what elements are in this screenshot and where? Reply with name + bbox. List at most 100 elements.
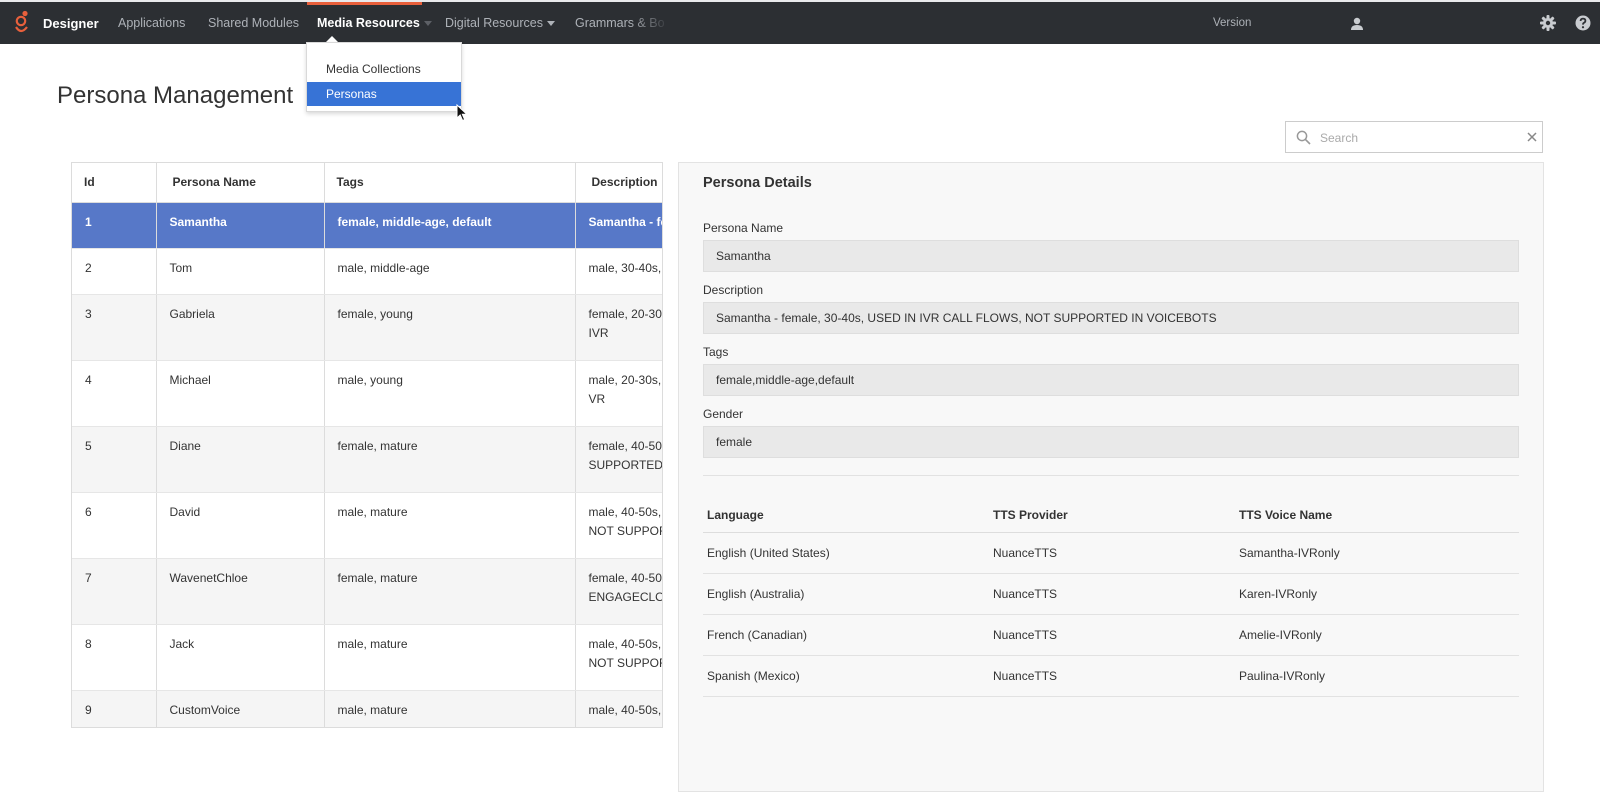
cell-tts-voice-name: Karen-IVRonly: [1235, 573, 1519, 615]
active-nav-indicator: [307, 2, 422, 5]
nav-digital-resources[interactable]: Digital Resources: [445, 16, 555, 30]
column-header-description[interactable]: Description: [575, 163, 662, 203]
cell-id: 9: [72, 690, 157, 727]
personas-table-container[interactable]: Id Persona Name Tags Description 1 Saman…: [71, 162, 663, 728]
nav-media-resources[interactable]: Media Resources: [317, 16, 432, 30]
chevron-down-icon: [546, 21, 555, 27]
cell-id: 2: [72, 248, 157, 295]
app-brand[interactable]: Designer: [43, 16, 99, 31]
cell-tags: female, mature: [324, 558, 576, 625]
nav-digital-resources-label: Digital Resources: [445, 16, 543, 30]
table-header-row: Id Persona Name Tags Description: [72, 163, 662, 203]
details-title: Persona Details: [703, 175, 812, 191]
voices-table: Language TTS Provider TTS Voice Name Eng…: [703, 498, 1519, 697]
cell-tts-provider: NuanceTTS: [989, 573, 1235, 615]
cell-tags: male, young: [324, 360, 576, 427]
section-divider: [703, 475, 1519, 476]
column-header-id[interactable]: Id: [72, 163, 157, 203]
cell-tts-provider: NuanceTTS: [989, 532, 1235, 574]
nav-shared-modules[interactable]: Shared Modules: [208, 16, 299, 30]
cell-persona-name: Samantha: [156, 202, 325, 249]
media-resources-dropdown: Media Collections Personas: [306, 42, 462, 112]
cell-id: 4: [72, 360, 157, 427]
table-row[interactable]: 6 David male, mature male, 40-50s, ENGAG…: [72, 492, 662, 559]
nav-overflow-fade: [630, 2, 670, 44]
cell-persona-name: WavenetChloe: [156, 558, 325, 625]
cell-language: English (United States): [703, 532, 989, 574]
cell-id: 8: [72, 624, 157, 691]
column-header-tts-voice-name: TTS Voice Name: [1235, 498, 1519, 533]
nav-applications[interactable]: Applications: [118, 16, 185, 30]
description-field[interactable]: Samantha - female, 30-40s, USED IN IVR C…: [703, 302, 1519, 334]
cell-persona-name: Jack: [156, 624, 325, 691]
cell-persona-name: Tom: [156, 248, 325, 295]
table-row[interactable]: 7 WavenetChloe female, mature female, 40…: [72, 558, 662, 625]
cell-tags: female, middle-age, default: [324, 202, 576, 249]
cell-persona-name: David: [156, 492, 325, 559]
cell-description: female, 40-50s ENGAGEPREM ENGAGECLOU: [575, 558, 662, 625]
table-row[interactable]: 4 Michael male, young male, 20-30s, ENGA…: [72, 360, 662, 427]
cell-tags: male, mature: [324, 624, 576, 691]
cell-tts-voice-name: Amelie-IVRonly: [1235, 614, 1519, 656]
table-row[interactable]: 9 CustomVoice male, mature male, 40-50s,: [72, 690, 662, 727]
cell-persona-name: Michael: [156, 360, 325, 427]
cell-persona-name: Gabriela: [156, 294, 325, 361]
cell-persona-name: Diane: [156, 426, 325, 493]
persona-name-field[interactable]: Samantha: [703, 240, 1519, 272]
cell-id: 3: [72, 294, 157, 361]
voice-row: French (Canadian) NuanceTTS Amelie-IVRon…: [703, 614, 1519, 656]
search-box: [1285, 121, 1543, 153]
persona-details-panel: Persona Details Persona Name Samantha De…: [678, 162, 1544, 792]
tags-label: Tags: [703, 345, 729, 359]
table-row[interactable]: 2 Tom male, middle-age male, 30-40s, FLO…: [72, 248, 662, 295]
help-icon[interactable]: [1574, 14, 1592, 32]
nav-media-resources-label: Media Resources: [317, 16, 420, 30]
table-row[interactable]: 5 Diane female, mature female, 40-50s an…: [72, 426, 662, 493]
cell-id: 1: [72, 202, 157, 249]
gender-label: Gender: [703, 407, 744, 421]
cell-description: male, 20-30s, ENGAGEPREM IVR: [575, 360, 662, 427]
cell-description: female, 20-30s ENGAGEPREM IVR: [575, 294, 662, 361]
column-header-tts-provider: TTS Provider: [989, 498, 1235, 533]
column-header-persona-name[interactable]: Persona Name: [156, 163, 325, 203]
voices-header-row: Language TTS Provider TTS Voice Name: [703, 498, 1519, 533]
gender-field[interactable]: female: [703, 426, 1519, 458]
cell-description: male, 40-50s, ENGAGECLOU NOT SUPPOR: [575, 492, 662, 559]
voice-row: Spanish (Mexico) NuanceTTS Paulina-IVRon…: [703, 655, 1519, 697]
cell-language: French (Canadian): [703, 614, 989, 656]
cell-persona-name: CustomVoice: [156, 690, 325, 727]
tags-field[interactable]: female,middle-age,default: [703, 364, 1519, 396]
cell-tags: male, middle-age: [324, 248, 576, 295]
table-row-selected[interactable]: 1 Samantha female, middle-age, default S…: [72, 202, 662, 249]
personas-table: Id Persona Name Tags Description 1 Saman…: [72, 163, 662, 727]
cell-language: English (Australia): [703, 573, 989, 615]
column-header-language: Language: [703, 498, 989, 533]
cell-description: male, 40-50s, ENGAGECLOU NOT SUPPOR: [575, 624, 662, 691]
table-row[interactable]: 3 Gabriela female, young female, 20-30s …: [72, 294, 662, 361]
table-row[interactable]: 8 Jack male, mature male, 40-50s, ENGAGE…: [72, 624, 662, 691]
close-icon[interactable]: [1527, 132, 1537, 142]
cell-tags: male, mature: [324, 492, 576, 559]
column-header-tags[interactable]: Tags: [324, 163, 576, 203]
description-label: Description: [703, 283, 764, 297]
voice-row: English (United States) NuanceTTS Samant…: [703, 532, 1519, 574]
cell-tags: female, mature: [324, 426, 576, 493]
cell-tts-provider: NuanceTTS: [989, 655, 1235, 697]
cell-tags: female, young: [324, 294, 576, 361]
cell-description: male, 40-50s,: [575, 690, 662, 727]
cell-id: 6: [72, 492, 157, 559]
user-icon[interactable]: [1348, 15, 1366, 33]
gear-icon[interactable]: [1539, 14, 1557, 32]
genesys-logo-icon: [15, 10, 28, 33]
search-input[interactable]: [1318, 128, 1512, 148]
persona-name-label: Persona Name: [703, 221, 784, 235]
voice-row: English (Australia) NuanceTTS Karen-IVRo…: [703, 573, 1519, 615]
cell-description: male, 30-40s, FLOWS, NOT S: [575, 248, 662, 295]
cell-id: 5: [72, 426, 157, 493]
cell-description: Samantha - fe IVR CALL FLO: [575, 202, 662, 249]
menu-item-personas[interactable]: Personas: [307, 82, 461, 106]
cell-tags: male, mature: [324, 690, 576, 727]
version-label: Version: [1213, 17, 1252, 29]
menu-item-media-collections[interactable]: Media Collections: [307, 57, 461, 81]
cell-language: Spanish (Mexico): [703, 655, 989, 697]
